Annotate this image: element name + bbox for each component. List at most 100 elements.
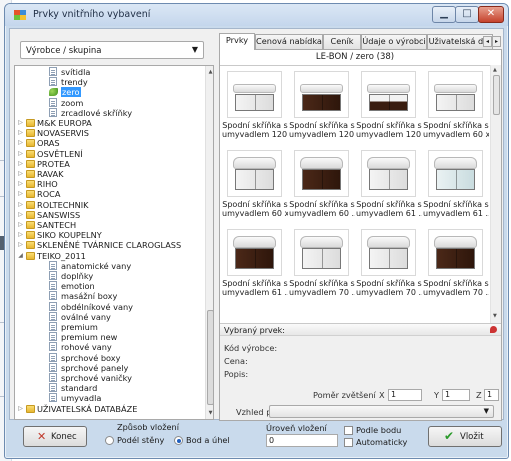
expand-icon[interactable]: ▷ xyxy=(17,210,24,220)
checkbox-automatic-label[interactable]: Automaticky xyxy=(356,437,407,447)
cancel-button[interactable]: ✕ Konec xyxy=(23,426,87,447)
product-image xyxy=(361,71,416,118)
selected-item-title: Vybraný prvek: xyxy=(224,326,285,335)
document-icon xyxy=(49,281,57,291)
pin-icon[interactable] xyxy=(490,326,497,333)
tree-item-label: rohové vany xyxy=(61,342,112,353)
tab-scroll-right-icon[interactable]: ▸ xyxy=(492,36,501,47)
folder-icon xyxy=(26,231,35,240)
product-tile[interactable]: Spodní skříňka s umyvadlem 61 ... xyxy=(423,147,489,227)
product-caption-line2: umyvadlem 70 ... xyxy=(289,288,355,297)
scale-y-input[interactable]: 1 xyxy=(442,389,470,401)
scale-x-input[interactable]: 1 xyxy=(388,389,422,401)
expand-icon[interactable]: ▷ xyxy=(17,230,24,240)
insert-button[interactable]: ✔ Vložit xyxy=(428,426,502,447)
scale-z-input[interactable]: 1 xyxy=(484,389,499,401)
folder-icon xyxy=(26,149,35,158)
product-image xyxy=(294,71,349,118)
insert-level-label: Úroveň vložení xyxy=(266,423,327,433)
expand-icon[interactable]: ▷ xyxy=(17,169,24,179)
thumbnails-scrollbar[interactable]: ▲ ▼ xyxy=(490,65,501,323)
title-bar[interactable]: Prvky vnitřního vybavení ▁ □ ✕ xyxy=(5,4,508,26)
document-icon xyxy=(49,352,57,362)
tree-item-label: OSVĚTLENÍ xyxy=(37,148,83,159)
insert-level-input[interactable]: 0 xyxy=(266,434,338,447)
filter-dropdown[interactable]: Výrobce / skupina ▼ xyxy=(20,41,204,59)
product-tile[interactable]: Spodní skříňka sumyvadlem 120 ... xyxy=(222,68,288,148)
expand-icon[interactable]: ▷ xyxy=(17,240,24,250)
radio-point-angle[interactable] xyxy=(174,436,183,445)
radio-along-wall[interactable] xyxy=(105,436,114,445)
radio-point-angle-label[interactable]: Bod a úhel xyxy=(186,435,230,445)
checkbox-by-point-label[interactable]: Podle bodu xyxy=(356,425,401,435)
tab-scroll-left-icon[interactable]: ◂ xyxy=(483,36,492,47)
scroll-down-icon[interactable]: ▼ xyxy=(493,313,497,319)
minimize-button[interactable]: ▁ xyxy=(432,6,456,23)
product-image xyxy=(361,150,416,197)
product-tile[interactable]: Spodní skříňka s umyvadlem 70 ... xyxy=(356,226,422,306)
close-x-icon: ✕ xyxy=(37,430,47,443)
document-icon xyxy=(49,271,57,280)
collapse-icon[interactable]: ◢ xyxy=(17,251,24,261)
document-icon xyxy=(49,260,57,270)
product-caption-line1: Spodní skříňka s xyxy=(423,200,489,209)
scroll-up-icon[interactable]: ▲ xyxy=(493,67,497,73)
scale-y-label: Y xyxy=(434,390,440,400)
folder-icon xyxy=(26,241,35,250)
product-tile[interactable]: Spodní skříňka s umyvadlem 70 ... xyxy=(423,226,489,306)
product-caption-line2: umyvadlem 120 ... xyxy=(289,130,355,139)
expand-icon[interactable]: ▷ xyxy=(17,159,24,169)
product-tile[interactable]: Spodní skříňka sumyvadlem 60 x ... xyxy=(423,68,489,148)
expand-icon[interactable]: ▷ xyxy=(17,220,24,230)
expand-icon[interactable]: ▷ xyxy=(17,128,24,138)
tree-scroll-thumb[interactable] xyxy=(207,310,213,405)
thumbnails-scroll-thumb[interactable] xyxy=(493,75,500,115)
view-dropdown[interactable]: ▼ xyxy=(269,405,494,418)
checkbox-automatic[interactable] xyxy=(344,438,353,447)
document-icon xyxy=(49,322,57,331)
folder-icon xyxy=(26,119,35,127)
scroll-down-icon[interactable]: ▼ xyxy=(207,410,213,416)
category-tree[interactable]: svítidla trendy zero zoom zrcadlové skříňky ▷… xyxy=(14,65,214,420)
tree-item-label: svítidla xyxy=(61,67,91,77)
expand-icon[interactable]: ▷ xyxy=(17,179,24,189)
tab-strip: Prvky Cenová nabídka Ceník Údaje o výrob… xyxy=(219,33,502,50)
product-image xyxy=(428,229,483,276)
product-caption-line2: umyvadlem 61 ... xyxy=(423,209,489,218)
radio-along-wall-label[interactable]: Podél stěny xyxy=(117,435,164,445)
document-icon xyxy=(49,97,57,107)
product-caption-line1: Spodní skříňka s xyxy=(222,200,288,209)
maximize-button[interactable]: □ xyxy=(455,6,479,23)
tab-prvky[interactable]: Prvky xyxy=(219,33,255,50)
document-icon xyxy=(49,362,57,372)
product-tile[interactable]: Spodní skříňka s umyvadlem 61 ... xyxy=(356,147,422,227)
product-tile[interactable]: Spodní skříňka s umyvadlem 70 ... xyxy=(289,226,355,306)
expand-icon[interactable]: ▷ xyxy=(17,200,24,210)
product-tile[interactable]: Spodní skříňka s umyvadlem 60 ... xyxy=(289,147,355,227)
product-tile[interactable]: Spodní skříňka s umyvadlem 120... xyxy=(356,68,422,148)
expand-icon[interactable]: ▷ xyxy=(17,149,24,159)
product-tile[interactable]: Spodní skříňka sumyvadlem 120 ... xyxy=(289,68,355,148)
tree-scrollbar[interactable]: ▲ ▼ xyxy=(205,66,213,419)
scroll-up-icon[interactable]: ▲ xyxy=(207,69,213,75)
tree-item-label: ROLTECHNIK xyxy=(37,199,89,210)
product-caption-line1: Spodní skříňka s xyxy=(356,121,422,130)
tree-item-label: NOVASERVIS xyxy=(37,128,89,139)
expand-icon[interactable]: ▷ xyxy=(17,189,24,199)
expand-icon[interactable]: ▷ xyxy=(17,138,24,148)
tree-item-label: RAVAK xyxy=(37,169,64,179)
tab-udaje-o-vyrobci[interactable]: Údaje o výrobci xyxy=(361,34,427,49)
tab-cenik[interactable]: Ceník xyxy=(323,34,361,49)
chevron-down-icon: ▼ xyxy=(483,407,489,415)
product-tile[interactable]: Spodní skříňka sumyvadlem 60 x ... xyxy=(222,147,288,227)
cancel-button-label: Konec xyxy=(51,432,77,442)
expand-icon[interactable]: ▷ xyxy=(17,404,24,414)
tab-cenova-nabidka[interactable]: Cenová nabídka xyxy=(255,34,323,49)
document-icon xyxy=(49,383,57,393)
checkbox-by-point[interactable] xyxy=(344,426,353,435)
chevron-down-icon: ▼ xyxy=(191,45,198,54)
close-button[interactable]: ✕ xyxy=(478,6,504,23)
product-tile[interactable]: Spodní skříňka s umyvadlem 61 ... xyxy=(222,226,288,306)
expand-icon[interactable]: ▷ xyxy=(17,118,24,128)
tree-item-label: SIKO KOUPELNY xyxy=(37,230,102,241)
